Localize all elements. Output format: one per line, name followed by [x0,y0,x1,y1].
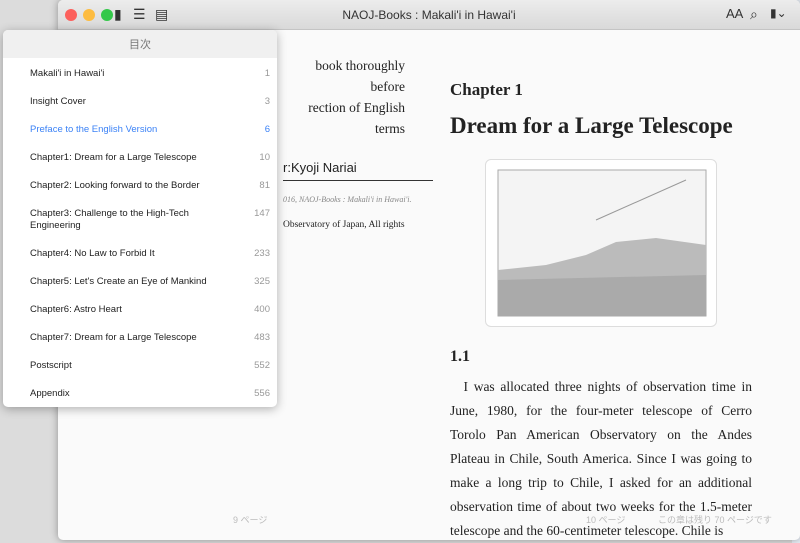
toc-item-label: Appendix [30,388,70,399]
toc-item-label: Preface to the English Version [30,124,158,135]
chapter-illustration [485,159,717,327]
toc-item-label: Postscript [30,360,72,371]
toc-item-page: 6 [264,124,270,135]
toc-item[interactable]: Chapter2: Looking forward to the Border 8… [30,180,270,192]
toc-item[interactable]: Preface to the English Version 6 [30,124,270,136]
toc-item[interactable]: Chapter3: Challenge to the High-Tech Eng… [30,208,270,232]
toc-item-page: 10 [259,152,270,163]
author-line: r:Kyoji Nariai [283,157,433,181]
toc-item-label: Chapter6: Astro Heart [30,304,122,315]
toc-item-page: 1 [264,68,270,79]
toc-item-page: 556 [254,388,270,399]
chapter-remaining: この章は残り 70 ページです [658,515,772,525]
toc-item[interactable]: Appendix 556 [30,388,270,400]
toc-item-label: Chapter3: Challenge to the High-Tech Eng… [30,208,189,231]
toc-item-page: 3 [264,96,270,107]
section-number: 1.1 [450,348,470,365]
toc-item-label: Chapter4: No Law to Forbid It [30,248,155,259]
font-size-icon[interactable]: AA [726,6,743,21]
search-icon[interactable]: ⌕ [750,6,758,23]
toc-item[interactable]: Chapter6: Astro Heart 400 [30,304,270,316]
text-line: book thoroughly before [315,58,405,94]
rights-line: Observatory of Japan, All rights [283,220,405,230]
toc-item[interactable]: Postscript 552 [30,360,270,372]
toc-header: 目次 [3,30,277,58]
toc-item[interactable]: Insight Cover 3 [30,96,270,108]
toc-item-label: Chapter2: Looking forward to the Border [30,180,200,191]
right-page-number: 10 ページ [586,515,626,525]
toc-item-page: 400 [254,304,270,315]
toc-item-page: 552 [254,360,270,371]
toc-item[interactable]: Makali'i in Hawai'i 1 [30,68,270,80]
toc-item-page: 483 [254,332,270,343]
chapter-title: Dream for a Large Telescope [450,113,733,138]
toc-item-page: 147 [254,208,270,219]
toc-item-page: 81 [259,180,270,191]
left-page-number: 9 ページ [233,515,268,525]
chapter-label: Chapter 1 [450,80,523,99]
text-line: rection of English terms [308,100,405,136]
toc-item-label: Makali'i in Hawai'i [30,68,105,79]
toc-item-label: Chapter5: Let's Create an Eye of Mankind [30,276,207,287]
toc-item-label: Insight Cover [30,96,86,107]
toc-item-page: 325 [254,276,270,287]
toc-item-label: Chapter7: Dream for a Large Telescope [30,332,197,343]
bookmark-icon[interactable]: ▮⌄ [770,6,787,20]
sketch-image [497,169,707,317]
toc-item[interactable]: Chapter4: No Law to Forbid It 233 [30,248,270,260]
left-page-text: book thoroughly before rection of Englis… [283,55,433,236]
window-title: NAOJ-Books : Makali'i in Hawai'i [342,8,516,22]
toc-item-label: Chapter1: Dream for a Large Telescope [30,152,197,163]
copyright-line: 016, NAOJ-Books : Makali'i in Hawai'i. [283,195,412,204]
title-bar: ▮ ☰ ▤ NAOJ-Books : Makali'i in Hawai'i A… [58,0,800,30]
toc-item[interactable]: Chapter5: Let's Create an Eye of Mankind… [30,276,270,288]
toc-popover: 目次 Makali'i in Hawai'i 1 Insight Cover 3 Pre… [3,30,277,407]
toc-item-page: 233 [254,248,270,259]
toc-item[interactable]: Chapter7: Dream for a Large Telescope 483 [30,332,270,344]
toc-item[interactable]: Chapter1: Dream for a Large Telescope 10 [30,152,270,164]
